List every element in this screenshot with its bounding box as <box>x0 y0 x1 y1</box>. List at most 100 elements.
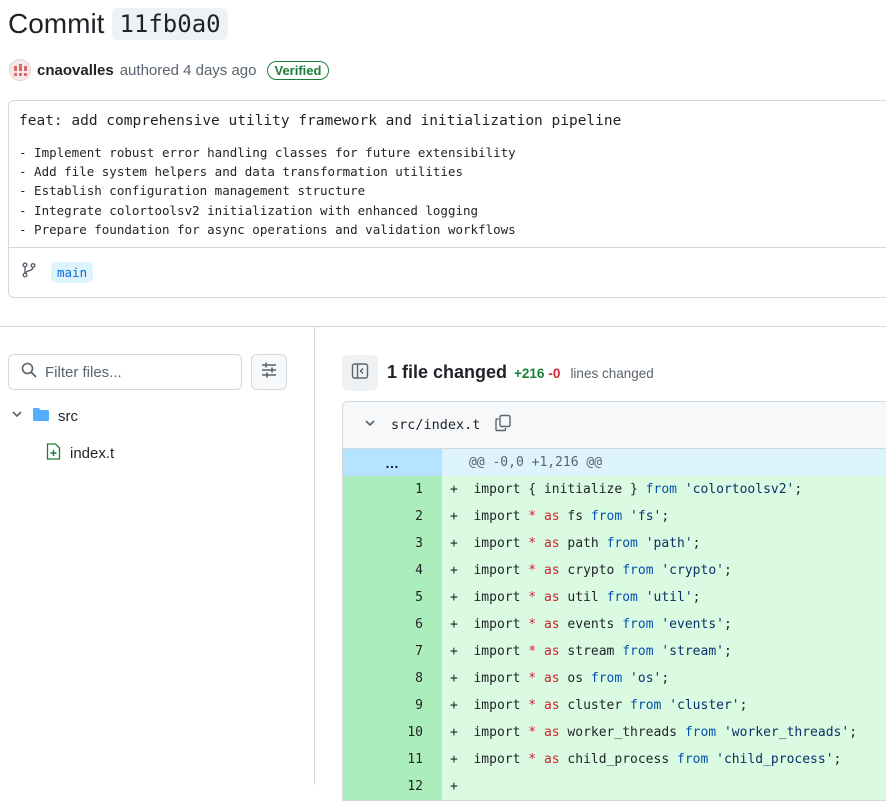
line-code: + import * as os from 'os'; <box>442 665 886 692</box>
code-token: path <box>559 536 607 551</box>
code-token: util <box>559 590 607 605</box>
code-token: * <box>528 563 537 578</box>
line-code: + import { initialize } from 'colortools… <box>442 476 886 503</box>
author-row: cnaovalles authored 4 days ago Verified <box>9 59 330 81</box>
code-token: as <box>543 563 560 578</box>
code-token: from <box>606 536 638 551</box>
diff-line-row: 7 + import * as stream from 'stream'; <box>343 638 886 665</box>
code-token: import <box>473 509 529 524</box>
line-code: + import * as fs from 'fs'; <box>442 503 886 530</box>
branch-link[interactable]: main <box>51 262 94 283</box>
filter-options-button[interactable] <box>251 354 287 390</box>
code-token: + <box>450 752 474 767</box>
diff-line-row: 10 + import * as worker_threads from 'wor… <box>343 719 886 746</box>
folder-icon <box>32 406 50 426</box>
diff-line-row: 6 + import * as events from 'events'; <box>343 611 886 638</box>
code-token: + <box>450 509 474 524</box>
copy-icon[interactable] <box>494 414 512 437</box>
code-token: 'worker_threads' <box>723 725 850 740</box>
code-token: from <box>677 752 709 767</box>
avatar[interactable] <box>9 59 31 81</box>
code-token: as <box>543 617 560 632</box>
commit-message-title: feat: add comprehensive utility framewor… <box>19 113 622 129</box>
folder-label: src <box>58 407 78 425</box>
commit-sha: 11fb0a0 <box>112 8 228 40</box>
line-number[interactable]: 7 <box>343 638 442 665</box>
deletions-count: -0 <box>548 366 561 381</box>
line-number[interactable]: 3 <box>343 530 442 557</box>
line-number[interactable]: 12 <box>343 773 442 800</box>
code-token: 'stream' <box>661 644 724 659</box>
code-token: + <box>450 590 474 605</box>
code-token: import <box>473 644 529 659</box>
line-number[interactable]: 1 <box>343 476 442 503</box>
code-token: ; <box>661 671 670 686</box>
divider <box>9 247 886 248</box>
code-token: from <box>622 563 654 578</box>
tree-folder-src[interactable]: src <box>10 406 78 426</box>
code-token: 'fs' <box>630 509 662 524</box>
code-token: 'util' <box>645 590 693 605</box>
tree-file-index[interactable]: index.t <box>46 443 114 464</box>
expand-hunk-button[interactable]: … <box>343 449 442 476</box>
line-number[interactable]: 4 <box>343 557 442 584</box>
code-token: as <box>543 698 560 713</box>
author-link[interactable]: cnaovalles <box>37 62 114 79</box>
line-number[interactable]: 10 <box>343 719 442 746</box>
diff-line-row: 2 + import * as fs from 'fs'; <box>343 503 886 530</box>
diff-lines: 1 + import { initialize } from 'colortool… <box>343 476 886 800</box>
code-token: * <box>528 617 537 632</box>
diff-line-row: 5 + import * as util from 'util'; <box>343 584 886 611</box>
code-token: ; <box>723 644 732 659</box>
commit-message-box: feat: add comprehensive utility framewor… <box>8 100 886 298</box>
code-token: + <box>450 725 474 740</box>
line-number[interactable]: 6 <box>343 611 442 638</box>
filter-files-field[interactable] <box>8 354 242 390</box>
line-code: + import * as worker_threads from 'worke… <box>442 719 886 746</box>
line-number[interactable]: 8 <box>343 665 442 692</box>
sidebar-collapse-icon <box>351 362 369 385</box>
code-token: as <box>543 644 560 659</box>
branch-row: main <box>21 262 94 283</box>
line-number[interactable]: 9 <box>343 692 442 719</box>
pane-divider[interactable] <box>314 326 315 785</box>
code-token: + <box>450 536 474 551</box>
chevron-down-icon[interactable] <box>363 416 377 435</box>
file-label: index.t <box>70 445 115 462</box>
code-token: + <box>450 563 474 578</box>
toggle-file-tree-button[interactable] <box>342 355 378 391</box>
filter-files-input[interactable] <box>45 363 225 381</box>
code-token: as <box>543 590 560 605</box>
code-token: import <box>473 752 529 767</box>
hunk-header: … @@ -0,0 +1,216 @@ <box>343 449 886 476</box>
line-number[interactable]: 11 <box>343 746 442 773</box>
code-token: 'cluster' <box>669 698 740 713</box>
code-token: * <box>528 536 537 551</box>
diff-line-row: 1 + import { initialize } from 'colortool… <box>343 476 886 503</box>
code-token: from <box>606 590 638 605</box>
diff-file-path[interactable]: src/index.t <box>391 417 480 433</box>
line-code: + import * as util from 'util'; <box>442 584 886 611</box>
code-token: os <box>559 671 591 686</box>
verified-badge[interactable]: Verified <box>266 60 330 80</box>
code-token: ; <box>849 725 858 740</box>
diff-line-row: 3 + import * as path from 'path'; <box>343 530 886 557</box>
code-token: from <box>622 644 654 659</box>
files-changed-count: 1 file changed <box>387 362 508 382</box>
section-divider <box>0 326 886 327</box>
hunk-header-text: @@ -0,0 +1,216 @@ <box>469 455 603 470</box>
line-number[interactable]: 5 <box>343 584 442 611</box>
code-token: 'child_process' <box>716 752 834 767</box>
code-token: stream <box>559 644 623 659</box>
line-number[interactable]: 2 <box>343 503 442 530</box>
